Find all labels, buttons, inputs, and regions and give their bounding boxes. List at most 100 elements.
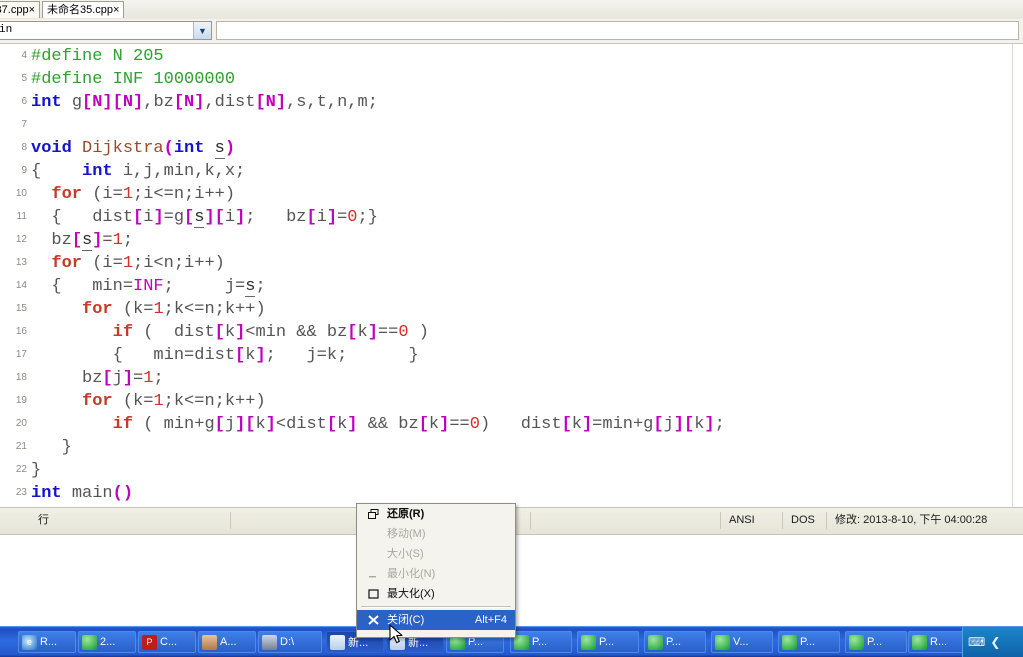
code-token: N xyxy=(92,92,103,112)
taskbar-button[interactable]: A... xyxy=(198,631,256,653)
code-editor-area[interactable]: 4 #define N 205 5 #define INF 10000000 6 int … xyxy=(0,44,1023,507)
code-line: 23 int main() xyxy=(0,481,133,504)
code-line-text: #define INF 10000000 xyxy=(31,70,235,89)
code-token: ; xyxy=(714,414,725,434)
code-line: 18 bz[j]=1; xyxy=(0,366,164,389)
code-token: [ xyxy=(214,207,225,227)
taskbar-button[interactable]: R... xyxy=(908,631,964,653)
code-token: ) xyxy=(122,483,134,503)
taskbar-button[interactable]: 2... xyxy=(78,631,136,653)
taskbar-button[interactable]: P... xyxy=(845,631,907,653)
code-token: { dist xyxy=(51,207,134,227)
line-number: 12 xyxy=(15,234,27,245)
menu-item-label: 还原(R) xyxy=(387,508,425,520)
code-line-text: { min=dist[k]; j=k; } xyxy=(31,346,419,365)
code-token: [ xyxy=(173,92,185,112)
code-token: } xyxy=(31,460,42,480)
tab-untitled-35-cpp[interactable]: 未命名35.cpp× xyxy=(42,1,125,18)
code-token: ] xyxy=(439,414,450,434)
menu-item-label: 大小(S) xyxy=(387,548,424,560)
code-token: ] xyxy=(204,207,215,227)
menu-item-close[interactable]: 关闭(C) Alt+F4 xyxy=(357,610,515,630)
code-token: [ xyxy=(326,414,338,434)
taskbar-button[interactable]: P... xyxy=(778,631,840,653)
secondary-combobox[interactable] xyxy=(216,21,1019,40)
doc-icon xyxy=(330,634,345,650)
tab-37-cpp[interactable]: 37.cpp× xyxy=(0,1,40,18)
code-token: j xyxy=(663,414,674,434)
minimize-icon xyxy=(365,564,381,584)
menu-item-restore[interactable]: 还原(R) xyxy=(357,504,515,524)
code-token: k xyxy=(571,414,582,434)
menu-item-minimize[interactable]: 最小化(N) xyxy=(357,564,515,584)
size-icon xyxy=(365,544,381,564)
maximize-icon xyxy=(365,584,381,604)
taskbar-button[interactable]: D:\ xyxy=(258,631,322,653)
taskbar-button[interactable]: P... xyxy=(510,631,572,653)
code-token: ] xyxy=(704,414,715,434)
code-line-text: { dist[i]=g[s][i]; bz[i]=0;} xyxy=(31,207,378,228)
code-token: ; j=k; } xyxy=(265,345,419,365)
npp-icon xyxy=(648,634,663,650)
menu-item-move[interactable]: 移动(M) xyxy=(357,524,515,544)
line-number: 19 xyxy=(15,395,27,406)
line-number: 10 xyxy=(15,188,27,199)
menu-item-label: 关闭(C) xyxy=(387,614,425,626)
code-line: 10 for (i=1;i<=n;i++) xyxy=(0,182,235,205)
line-number: 6 xyxy=(21,96,27,107)
taskbar-button[interactable]: P... xyxy=(577,631,639,653)
close-icon xyxy=(365,610,381,630)
status-encoding: ANSI xyxy=(720,512,789,529)
code-line: 17 { min=dist[k]; j=k; } xyxy=(0,343,419,366)
taskbar-button[interactable]: P... xyxy=(644,631,706,653)
code-token: 1 xyxy=(143,368,154,388)
taskbar-button[interactable]: P C... xyxy=(138,631,196,653)
code-line-text: for (i=1;i<=n;i++) xyxy=(31,185,235,204)
taskbar-button[interactable]: V... xyxy=(711,631,773,653)
menu-item-maximize[interactable]: 最大化(X) xyxy=(357,584,515,604)
taskbar-button-label: P... xyxy=(867,636,883,648)
code-token: [ xyxy=(255,92,266,112)
code-token: if xyxy=(112,322,144,342)
people-icon xyxy=(202,634,217,650)
code-line-text: int main() xyxy=(31,484,133,503)
code-token: , xyxy=(143,92,154,112)
code-token: { xyxy=(31,161,83,181)
keyboard-icon[interactable]: ⌨ xyxy=(968,635,985,649)
code-token: [ xyxy=(82,92,93,112)
code-line: 22} xyxy=(0,458,41,481)
code-line-text: if ( min+g[j][k]<dist[k] && bz[k]==0) di… xyxy=(31,415,725,434)
code-token: #define N 205 xyxy=(31,46,164,66)
code-token: bz xyxy=(153,92,174,112)
chevron-down-icon[interactable]: ▼ xyxy=(193,22,211,39)
code-line: 19 for (k=1;k<=n;k++) xyxy=(0,389,266,412)
system-tray[interactable]: ⌨ ❮ xyxy=(962,627,1023,657)
function-combobox[interactable]: in ▼ xyxy=(0,21,212,40)
code-line-text: int g[N][N],bz[N],dist[N],s,t,n,m; xyxy=(31,93,378,112)
code-token: ; j= xyxy=(163,276,246,296)
taskbar-button[interactable]: e R... xyxy=(18,631,76,653)
code-line-text: bz[s]=1; xyxy=(31,230,133,251)
menu-separator xyxy=(361,606,511,608)
code-token: [ xyxy=(235,345,246,365)
code-token: s xyxy=(245,276,256,297)
line-number: 9 xyxy=(21,165,27,176)
code-token: =min+g xyxy=(592,414,654,434)
code-token: [ xyxy=(245,414,256,434)
code-token: 1 xyxy=(112,230,123,250)
window-system-menu[interactable]: 还原(R) 移动(M) 大小(S) 最小化(N) 最大化(X) 关闭(C) Al… xyxy=(356,503,516,638)
code-token: [ xyxy=(684,414,695,434)
chevron-left-icon[interactable]: ❮ xyxy=(990,635,1000,649)
code-token: N xyxy=(184,92,195,112)
code-token: [ xyxy=(561,414,572,434)
code-token: ;k<=n;k++) xyxy=(163,391,266,411)
status-col-blank-2 xyxy=(530,512,729,529)
line-number: 20 xyxy=(15,418,27,429)
code-token: for xyxy=(51,184,93,204)
code-token: ] xyxy=(122,368,134,388)
code-token: N xyxy=(122,92,134,112)
disk-icon xyxy=(262,634,277,650)
code-token: #define INF 10000000 xyxy=(31,69,236,89)
menu-item-size[interactable]: 大小(S) xyxy=(357,544,515,564)
code-token: ] xyxy=(235,207,246,227)
